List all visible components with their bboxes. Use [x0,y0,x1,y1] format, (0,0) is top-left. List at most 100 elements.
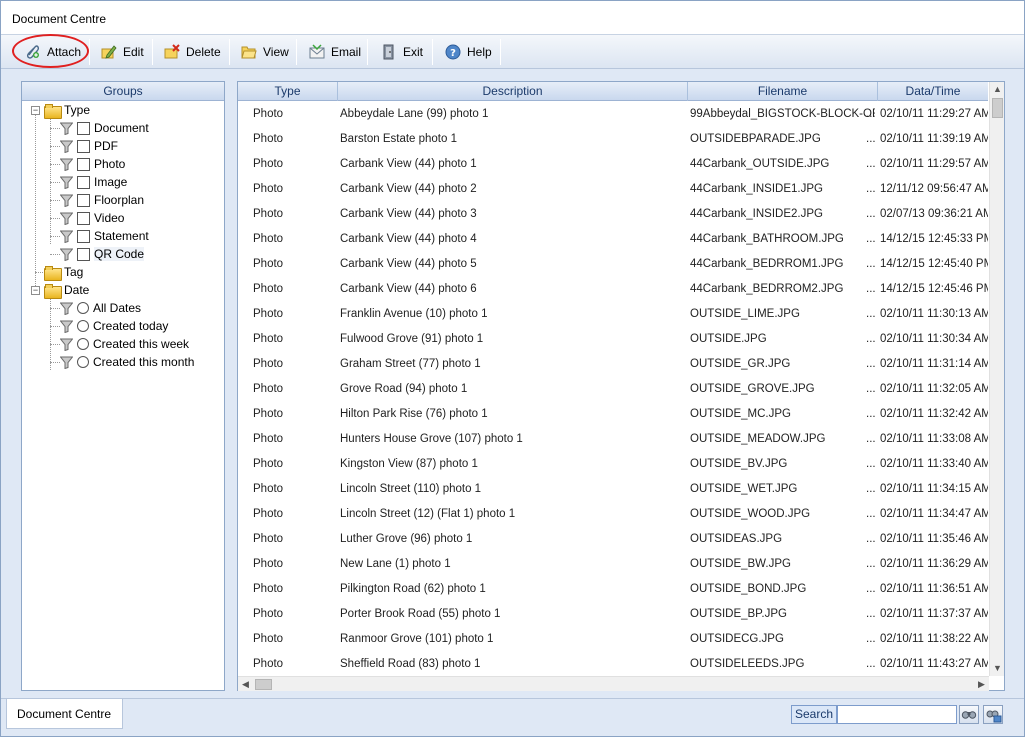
filter-radio[interactable] [77,356,89,368]
table-row[interactable]: Photo Carbank View (44) photo 1 44Carbank_… [238,152,988,177]
email-button[interactable]: Email [303,38,367,66]
filter-checkbox[interactable] [77,121,90,135]
tag-group-node[interactable]: Tag [44,263,83,281]
vertical-scrollbar[interactable]: ▲ ▼ [989,82,1004,676]
edit-button[interactable]: Edit [95,38,150,66]
date-filter-item[interactable]: Created today [59,317,168,335]
filter-checkbox[interactable] [77,175,90,189]
scroll-up-arrow-icon[interactable]: ▲ [990,82,1005,97]
cell-type: Photo [253,358,284,370]
search-button[interactable] [959,705,979,724]
column-header-filename[interactable]: Filename [688,82,878,101]
filter-checkbox[interactable] [77,157,90,171]
date-group-node[interactable]: Date [44,281,89,299]
type-filter-item[interactable]: Document [59,119,149,137]
date-filter-item[interactable]: Created this month [59,353,194,371]
help-button[interactable]: ? Help [439,38,498,66]
search-options-icon [986,710,1002,723]
table-row[interactable]: Photo Carbank View (44) photo 3 44Carbank_… [238,202,988,227]
table-row[interactable]: Photo Fulwood Grove (91) photo 1 OUTSIDE.J… [238,327,988,352]
table-row[interactable]: Photo New Lane (1) photo 1 OUTSIDE_BW.JPG.… [238,552,988,577]
type-filter-item[interactable]: QR Code [59,245,145,263]
type-collapse-toggle[interactable]: − [31,106,40,115]
column-header-datetime[interactable]: Data/Time [878,82,988,101]
filter-checkbox[interactable] [77,193,90,207]
view-button[interactable]: View [235,38,295,66]
filter-checkbox[interactable] [77,211,90,225]
cell-type: Photo [253,408,284,420]
cell-type: Photo [253,308,284,320]
scroll-right-arrow-icon[interactable]: ▶ [974,677,989,692]
table-row[interactable]: Photo Carbank View (44) photo 5 44Carbank_… [238,252,988,277]
filter-checkbox[interactable] [77,229,90,243]
table-row[interactable]: Photo Sheffield Road (83) photo 1 OUTSIDEL… [238,652,988,676]
filter-funnel-icon [59,248,74,261]
search-input[interactable] [837,705,957,724]
date-filter-item[interactable]: Created this week [59,335,189,353]
type-filter-label: QR Code [94,247,145,261]
cell-type: Photo [253,458,284,470]
window-title: Document Centre [12,12,107,26]
type-filter-item[interactable]: Floorplan [59,191,144,209]
cell-type: Photo [253,508,284,520]
table-row[interactable]: Photo Hilton Park Rise (76) photo 1 OUTSID… [238,402,988,427]
table-row[interactable]: Photo Carbank View (44) photo 2 44Carbank_… [238,177,988,202]
groups-header: Groups [22,82,224,101]
attach-button[interactable]: Attach [19,38,87,66]
cell-type: Photo [253,558,284,570]
cell-description: Hunters House Grove (107) photo 1 [340,433,523,445]
table-row[interactable]: Photo Abbeydale Lane (99) photo 1 99Abbeyd… [238,102,988,127]
filter-checkbox[interactable] [77,139,90,153]
cell-filename: 44Carbank_OUTSIDE.JPG [690,158,830,170]
table-row[interactable]: Photo Franklin Avenue (10) photo 1 OUTSIDE… [238,302,988,327]
search-options-button[interactable] [983,705,1003,724]
cell-filename: OUTSIDE_WET.JPG [690,483,798,495]
table-row[interactable]: Photo Carbank View (44) photo 4 44Carbank_… [238,227,988,252]
table-row[interactable]: Photo Carbank View (44) photo 6 44Carbank_… [238,277,988,302]
table-row[interactable]: Photo Lincoln Street (12) (Flat 1) photo … [238,502,988,527]
date-filter-item[interactable]: All Dates [59,299,141,317]
status-bar: Document Centre Search [1,698,1024,736]
filter-radio[interactable] [77,338,89,350]
column-header-type[interactable]: Type [238,82,338,101]
filter-funnel-icon [59,194,74,207]
table-row[interactable]: Photo Graham Street (77) photo 1 OUTSIDE_G… [238,352,988,377]
vertical-scroll-thumb[interactable] [992,98,1003,118]
type-filter-item[interactable]: Statement [59,227,149,245]
folder-icon [44,265,62,281]
type-filter-item[interactable]: Video [59,209,124,227]
table-row[interactable]: Photo Lincoln Street (110) photo 1 OUTSIDE… [238,477,988,502]
folder-icon [44,103,62,119]
filter-checkbox[interactable] [77,247,90,261]
cell-type: Photo [253,108,284,120]
type-filter-item[interactable]: Photo [59,155,125,173]
table-row[interactable]: Photo Hunters House Grove (107) photo 1 OU… [238,427,988,452]
edit-label: Edit [123,45,144,59]
table-row[interactable]: Photo Kingston View (87) photo 1 OUTSIDE_B… [238,452,988,477]
cell-description: Lincoln Street (110) photo 1 [340,483,482,495]
table-row[interactable]: Photo Porter Brook Road (55) photo 1 OUTSI… [238,602,988,627]
table-row[interactable]: Photo Luther Grove (96) photo 1 OUTSIDEAS.… [238,527,988,552]
type-filter-item[interactable]: PDF [59,137,118,155]
table-row[interactable]: Photo Ranmoor Grove (101) photo 1 OUTSIDEC… [238,627,988,652]
scroll-left-arrow-icon[interactable]: ◀ [238,677,253,692]
delete-button[interactable]: Delete [158,38,227,66]
cell-description: Ranmoor Grove (101) photo 1 [340,633,494,645]
horizontal-scrollbar[interactable]: ◀ ▶ [238,676,989,691]
filter-radio[interactable] [77,302,89,314]
tab-document-centre[interactable]: Document Centre [6,699,123,729]
table-row[interactable]: Photo Grove Road (94) photo 1 OUTSIDE_GROV… [238,377,988,402]
table-row[interactable]: Photo Pilkington Road (62) photo 1 OUTSIDE… [238,577,988,602]
type-filter-item[interactable]: Image [59,173,127,191]
exit-button[interactable]: Exit [375,38,429,66]
type-group-node[interactable]: Type [44,101,90,119]
scroll-down-arrow-icon[interactable]: ▼ [990,661,1005,676]
cell-type: Photo [253,183,284,195]
cell-filename: OUTSIDE_BW.JPG [690,558,791,570]
envelope-icon [309,44,325,60]
date-collapse-toggle[interactable]: − [31,286,40,295]
filter-radio[interactable] [77,320,89,332]
horizontal-scroll-thumb[interactable] [255,679,272,690]
table-row[interactable]: Photo Barston Estate photo 1 OUTSIDEBPARAD… [238,127,988,152]
column-header-description[interactable]: Description [338,82,688,101]
